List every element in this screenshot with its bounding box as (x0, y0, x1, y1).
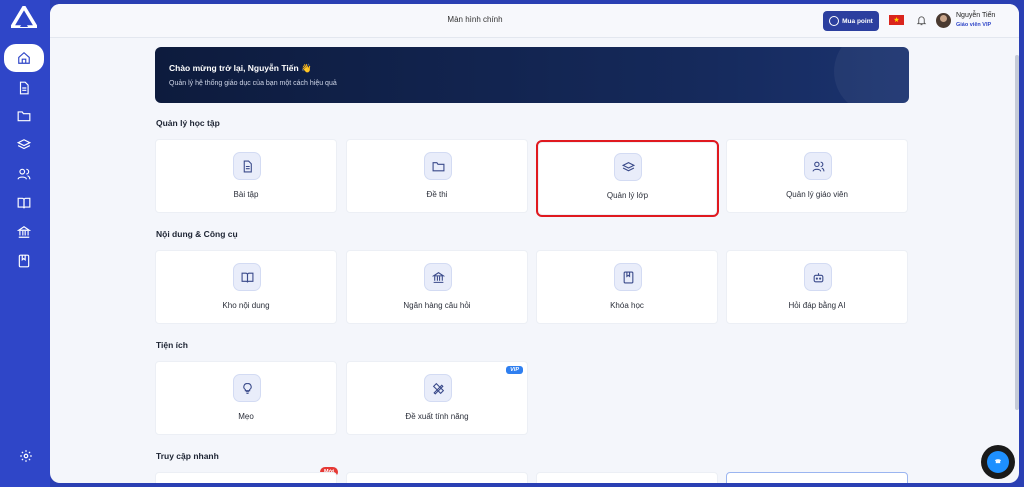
users-icon (17, 168, 31, 180)
user-name[interactable]: Nguyễn Tiến (956, 12, 995, 19)
banner-decoration (834, 47, 909, 103)
card-assignments[interactable]: Bài tập (155, 139, 337, 213)
avatar[interactable] (936, 13, 951, 28)
sidebar-item-assignments[interactable] (7, 75, 41, 101)
bank-icon (431, 271, 445, 283)
card-icon-wrap (424, 263, 452, 291)
card-quick-access-3[interactable] (536, 472, 718, 483)
support-chat-button[interactable]: ☎ (981, 445, 1015, 479)
main-panel: Màn hình chính Mua point ★ Nguyễn Tiến G… (50, 4, 1019, 483)
users-icon (812, 161, 824, 172)
buy-points-label: Mua point (842, 17, 873, 25)
bell-icon[interactable] (916, 15, 927, 26)
document-icon (243, 160, 252, 172)
card-icon-wrap (233, 374, 261, 402)
vietnam-flag-icon[interactable]: ★ (889, 15, 904, 25)
card-quick-access-4[interactable] (726, 472, 908, 483)
sidebar (0, 0, 50, 487)
welcome-banner: Chào mừng trở lại, Nguyễn Tiến 👋 Quản lý… (155, 47, 909, 103)
banner-title: Chào mừng trở lại, Nguyễn Tiến 👋 (169, 63, 312, 73)
user-role: Giáo viên VIP (956, 22, 992, 28)
sidebar-item-question-bank[interactable] (7, 219, 41, 245)
document-icon (19, 81, 29, 95)
card-icon-wrap (424, 152, 452, 180)
section-title-utilities: Tiện ích (156, 340, 188, 350)
folder-icon (17, 111, 31, 122)
sidebar-item-courses[interactable] (7, 248, 41, 274)
card-teacher-management[interactable]: Quản lý giáo viên (726, 139, 908, 213)
card-label: Hỏi đáp bằng AI (788, 301, 846, 310)
card-exams[interactable]: Đề thi (346, 139, 528, 213)
pencil-ruler-icon (432, 382, 444, 395)
coin-icon (829, 16, 840, 26)
section-title-quick-access: Truy cập nhanh (156, 451, 219, 461)
app-logo-icon[interactable] (11, 6, 37, 28)
card-question-bank[interactable]: Ngân hàng câu hỏi (346, 250, 528, 324)
layers-icon (17, 139, 31, 150)
card-icon-wrap (614, 263, 642, 291)
folder-icon (432, 161, 444, 171)
notebook-icon (18, 254, 30, 268)
card-quick-access-2[interactable] (346, 472, 528, 483)
buy-points-button[interactable]: Mua point (823, 11, 879, 31)
card-label: Mẹo (238, 412, 254, 421)
card-icon-wrap (804, 263, 832, 291)
book-open-icon (17, 197, 31, 209)
card-tips[interactable]: Mẹo (155, 361, 337, 435)
sidebar-item-classes[interactable] (7, 132, 41, 158)
bank-icon (17, 226, 31, 238)
bot-icon (813, 272, 823, 282)
card-icon-wrap (233, 152, 261, 180)
card-label: Đề thi (426, 190, 448, 199)
card-label: Quản lý lớp (606, 191, 649, 200)
top-bar: Màn hình chính Mua point ★ Nguyễn Tiến G… (50, 4, 1019, 38)
card-label: Quản lý giáo viên (786, 190, 848, 199)
card-label: Kho nội dung (222, 301, 270, 310)
card-label: Khóa học (610, 301, 644, 310)
sidebar-item-content[interactable] (7, 190, 41, 216)
section-title-content-tools: Nội dung & Công cụ (156, 229, 238, 239)
headset-icon: ☎ (987, 451, 1009, 473)
card-icon-wrap (614, 153, 642, 181)
book-open-icon (241, 272, 253, 282)
scrollbar[interactable] (1015, 55, 1019, 410)
card-icon-wrap (424, 374, 452, 402)
card-label: Ngân hàng câu hỏi (403, 301, 471, 310)
sidebar-item-teachers[interactable] (7, 161, 41, 187)
card-icon-wrap (233, 263, 261, 291)
card-icon-wrap (804, 152, 832, 180)
section-title-learning: Quản lý học tập (156, 118, 220, 128)
card-courses[interactable]: Khóa học (536, 250, 718, 324)
card-content-library[interactable]: Kho nội dung (155, 250, 337, 324)
lightbulb-icon (242, 382, 252, 394)
vip-badge: VIP (506, 366, 523, 374)
card-class-management[interactable]: Quản lý lớp (536, 140, 719, 217)
sidebar-item-home[interactable] (4, 44, 44, 72)
notebook-icon (623, 271, 633, 283)
card-feature-request[interactable]: VIP Đề xuất tính năng (346, 361, 528, 435)
card-label: Đề xuất tính năng (405, 412, 469, 421)
settings-icon[interactable] (19, 449, 33, 463)
layers-icon (621, 161, 635, 171)
page-title: Màn hình chính (447, 15, 503, 24)
sidebar-item-exams[interactable] (7, 103, 41, 129)
home-icon (18, 51, 30, 64)
card-label: Bài tập (233, 190, 259, 199)
card-quick-access-1[interactable] (155, 472, 337, 483)
banner-subtitle: Quản lý hệ thống giáo dục của bạn một cá… (169, 80, 337, 87)
card-ai-qa[interactable]: Hỏi đáp bằng AI (726, 250, 908, 324)
